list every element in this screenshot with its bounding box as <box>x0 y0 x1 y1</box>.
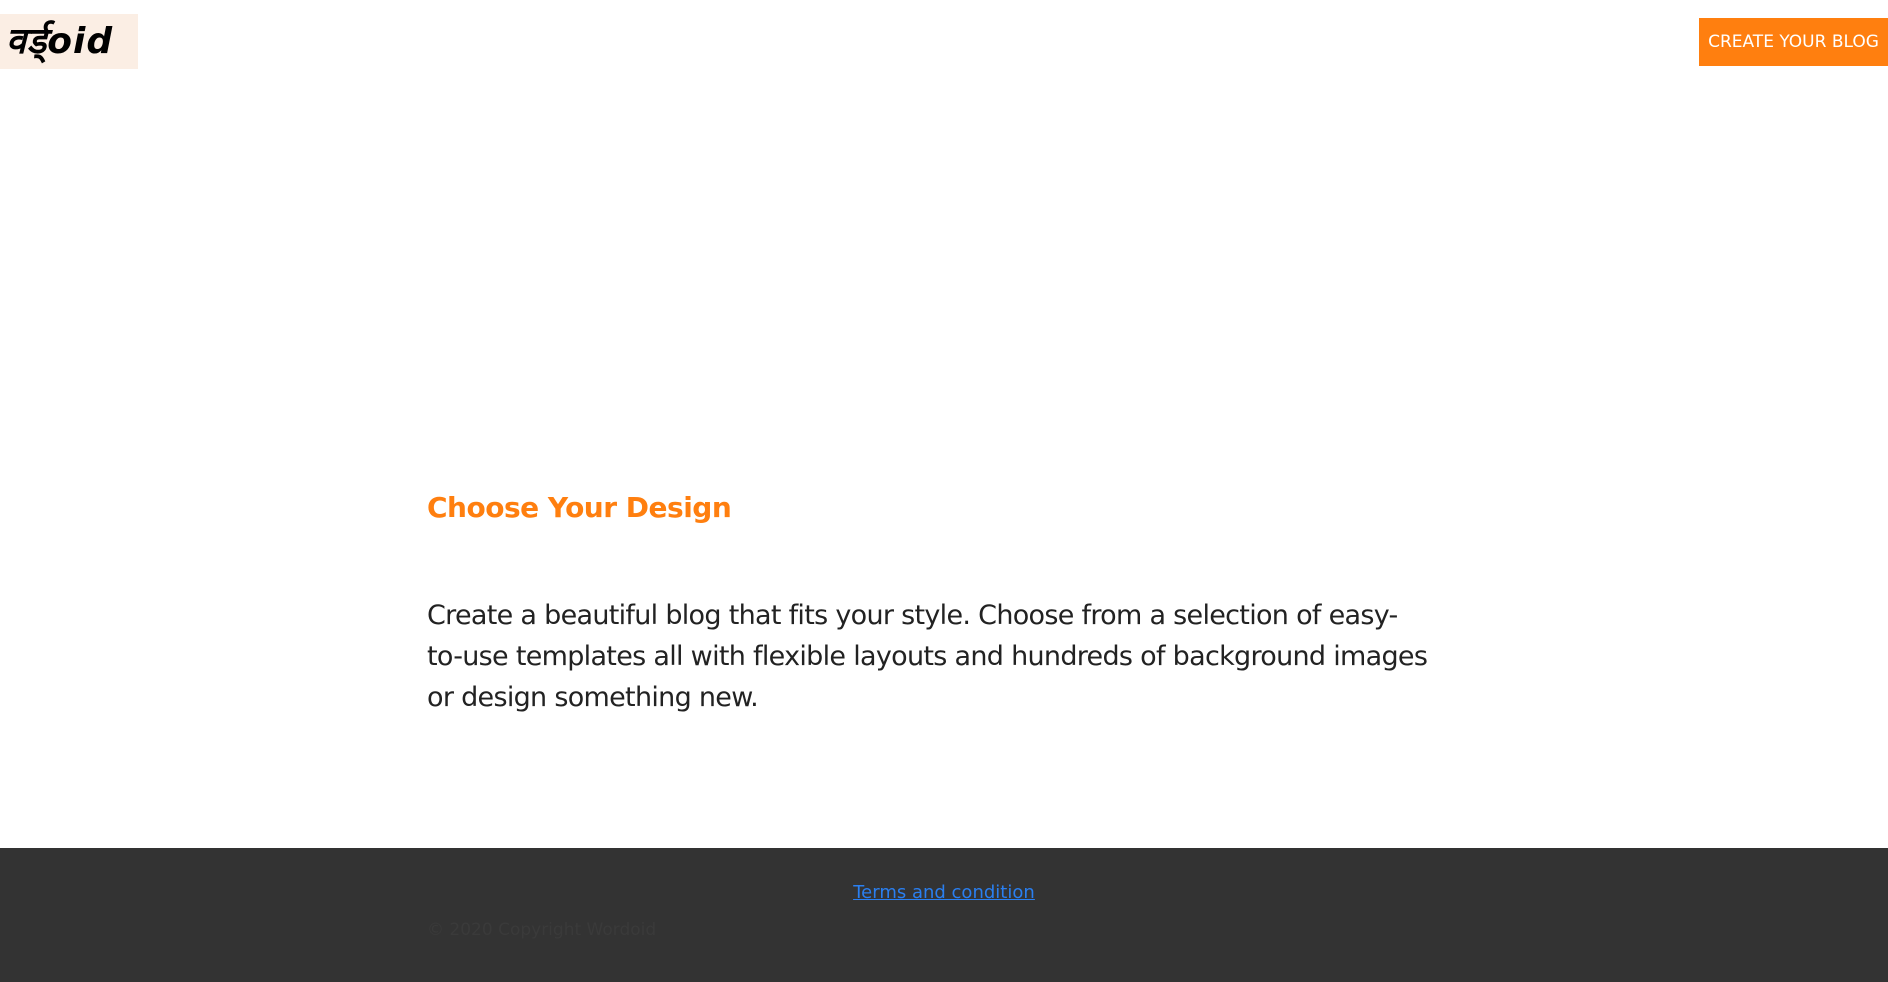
logo-text: वर्ड्oid <box>6 20 114 62</box>
design-section: Choose Your Design Create a beautiful bl… <box>427 490 1442 718</box>
copyright-text: © 2020 Copyright Wordoid <box>427 920 657 940</box>
footer-link-container: Terms and condition <box>0 882 1888 903</box>
site-logo[interactable]: वर्ड्oid <box>0 14 138 69</box>
terms-and-condition-link[interactable]: Terms and condition <box>853 882 1035 903</box>
create-your-blog-button[interactable]: CREATE YOUR BLOG <box>1699 18 1888 66</box>
section-description: Create a beautiful blog that fits your s… <box>427 600 1428 713</box>
site-footer: Terms and condition © 2020 Copyright Wor… <box>0 848 1888 982</box>
page: वर्ड्oid CREATE YOUR BLOG Choose Your De… <box>0 0 1888 982</box>
section-title: Choose Your Design <box>427 491 732 524</box>
